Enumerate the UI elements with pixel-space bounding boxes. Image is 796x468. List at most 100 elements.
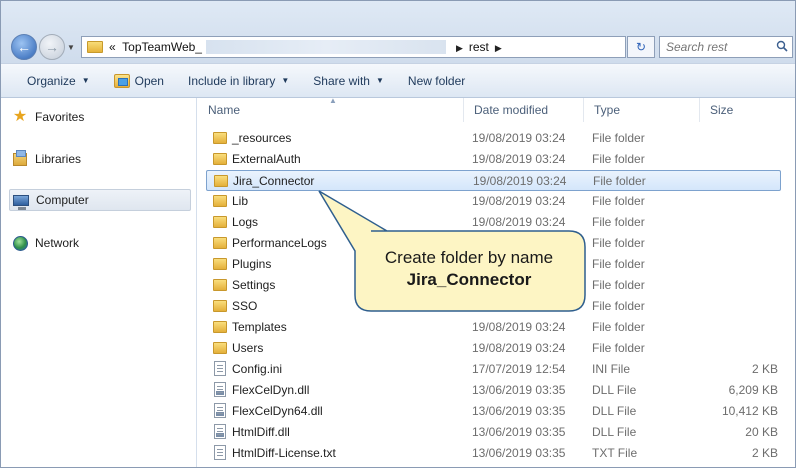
include-in-library-button[interactable]: Include in library ▼ xyxy=(176,68,301,94)
file-type: File folder xyxy=(593,174,646,188)
folder-icon xyxy=(213,237,227,249)
folder-icon xyxy=(213,258,227,270)
libraries-icon xyxy=(11,149,29,167)
forward-button[interactable]: → xyxy=(39,34,65,60)
file-size: 6,209 KB xyxy=(728,383,778,397)
folder-row[interactable]: Logs 19/08/2019 03:24 File folder xyxy=(206,212,781,233)
folder-row[interactable]: _resources 19/08/2019 03:24 File folder xyxy=(206,128,781,149)
folder-icon xyxy=(213,216,227,228)
open-label: Open xyxy=(134,73,164,88)
new-folder-label: New folder xyxy=(407,73,466,88)
file-type: File folder xyxy=(592,341,645,355)
file-size: 2 KB xyxy=(751,362,778,376)
folder-icon xyxy=(213,321,227,333)
address-overflow[interactable]: « xyxy=(109,40,116,54)
file-type: File folder xyxy=(592,152,645,166)
command-bar: Organize ▼ Open Include in library ▼ Share… xyxy=(1,63,795,98)
search-box xyxy=(659,36,793,58)
folder-row[interactable]: SSO File folder xyxy=(206,296,781,317)
file-row[interactable]: HtmlDiff-License.txt 13/06/2019 03:35 TXT … xyxy=(206,443,781,464)
file-size: 20 KB xyxy=(745,425,778,439)
file-name: HtmlDiff-License.txt xyxy=(232,446,336,460)
folder-row[interactable]: ExternalAuth 19/08/2019 03:24 File folder xyxy=(206,149,781,170)
nav-item-computer[interactable]: Computer xyxy=(9,189,191,211)
back-button[interactable]: ← xyxy=(11,34,37,60)
file-date-modified: 19/08/2019 03:24 xyxy=(472,320,566,334)
organize-label: Organize xyxy=(27,73,76,88)
nav-item-favorites[interactable]: ★ Favorites xyxy=(11,106,85,128)
file-date-modified: 13/06/2019 03:35 xyxy=(472,446,566,460)
file-name: HtmlDiff.dll xyxy=(232,425,290,439)
nav-item-libraries[interactable]: Libraries xyxy=(11,148,81,170)
navigation-pane: ★ Favorites Libraries Computer Network xyxy=(1,98,197,467)
file-date-modified: 17/07/2019 12:54 xyxy=(472,362,566,376)
folder-icon xyxy=(213,153,227,165)
column-header-date-modified[interactable]: Date modified xyxy=(464,98,584,122)
file-icon xyxy=(214,403,226,418)
address-box[interactable]: « TopTeamWeb_ ▶ rest ▶ xyxy=(81,36,626,58)
file-date-modified: 19/08/2019 03:24 xyxy=(472,194,566,208)
folder-row[interactable]: Lib 19/08/2019 03:24 File folder xyxy=(206,191,781,212)
file-name: Logs xyxy=(232,215,259,229)
refresh-icon: ↻ xyxy=(635,40,647,54)
file-row[interactable]: FlexCelDyn.dll 13/06/2019 03:35 DLL File 6,… xyxy=(206,380,781,401)
breadcrumb-rest[interactable]: rest xyxy=(469,40,489,54)
organize-button[interactable]: Organize ▼ xyxy=(15,68,102,94)
folder-row[interactable]: Jira_Connector 19/08/2019 03:24 File folde… xyxy=(206,170,781,191)
column-header-name[interactable]: Name ▲ xyxy=(198,96,464,122)
file-type: DLL File xyxy=(592,383,637,397)
breadcrumb-topteamweb[interactable]: TopTeamWeb_ xyxy=(122,40,202,54)
open-button[interactable]: Open xyxy=(102,68,176,94)
file-date-modified: 19/08/2019 03:24 xyxy=(472,215,566,229)
breadcrumb-separator-icon[interactable]: ▶ xyxy=(456,43,463,53)
file-name: Plugins xyxy=(232,257,272,271)
nav-item-network[interactable]: Network xyxy=(11,232,79,254)
column-header-type[interactable]: Type xyxy=(584,98,700,122)
nav-label: Computer xyxy=(36,193,89,207)
file-type: File folder xyxy=(592,299,645,313)
search-input[interactable] xyxy=(666,37,776,57)
file-row[interactable]: HtmlDiff.dll 13/06/2019 03:35 DLL File 20 K… xyxy=(206,422,781,443)
folder-icon xyxy=(214,175,228,187)
file-name: Lib xyxy=(232,194,249,208)
folder-row[interactable]: Users 19/08/2019 03:24 File folder xyxy=(206,338,781,359)
include-in-library-label: Include in library xyxy=(187,73,276,88)
column-header-size[interactable]: Size xyxy=(700,98,778,122)
file-size: 2 KB xyxy=(751,446,778,460)
arrow-right-icon: → xyxy=(45,39,59,55)
folder-icon xyxy=(213,279,227,291)
file-name: PerformanceLogs xyxy=(232,236,327,250)
file-type: File folder xyxy=(592,257,645,271)
file-date-modified: 13/06/2019 03:35 xyxy=(472,383,566,397)
file-name: Templates xyxy=(232,320,287,334)
column-header-label: Date modified xyxy=(474,103,549,117)
file-row[interactable]: FlexCelDyn64.dll 13/06/2019 03:35 DLL File… xyxy=(206,401,781,422)
folder-icon xyxy=(213,342,227,354)
computer-icon xyxy=(12,192,30,210)
share-with-button[interactable]: Share with ▼ xyxy=(301,68,396,94)
column-header-label: Name xyxy=(208,103,241,117)
folder-row[interactable]: Templates 19/08/2019 03:24 File folder xyxy=(206,317,781,338)
file-date-modified: 13/06/2019 03:35 xyxy=(472,425,566,439)
breadcrumb-separator-icon[interactable]: ▶ xyxy=(495,43,502,53)
share-with-label: Share with xyxy=(313,73,370,88)
search-icon[interactable] xyxy=(776,40,788,52)
recent-pages-button[interactable]: ▼ xyxy=(67,43,75,52)
caret-down-icon: ▼ xyxy=(375,76,384,85)
column-header-label: Type xyxy=(594,103,621,117)
nav-label: Favorites xyxy=(35,110,85,124)
file-name: Jira_Connector xyxy=(233,174,315,188)
file-date-modified: 19/08/2019 03:24 xyxy=(473,174,567,188)
column-header-label: Size xyxy=(710,103,734,117)
file-date-modified: 13/06/2019 03:35 xyxy=(472,404,566,418)
file-name: Config.ini xyxy=(232,362,283,376)
folder-icon xyxy=(213,132,227,144)
new-folder-button[interactable]: New folder xyxy=(396,68,477,94)
file-name: ExternalAuth xyxy=(232,152,301,166)
address-bar-row: ← → ▼ « TopTeamWeb_ ▶ rest ▶ ↻ xyxy=(1,1,795,63)
refresh-button[interactable]: ↻ xyxy=(627,36,655,58)
folder-icon xyxy=(213,300,227,312)
file-row[interactable]: Config.ini 17/07/2019 12:54 INI File 2 KB xyxy=(206,359,781,380)
arrow-left-icon: ← xyxy=(17,39,31,55)
file-icon xyxy=(214,361,226,376)
